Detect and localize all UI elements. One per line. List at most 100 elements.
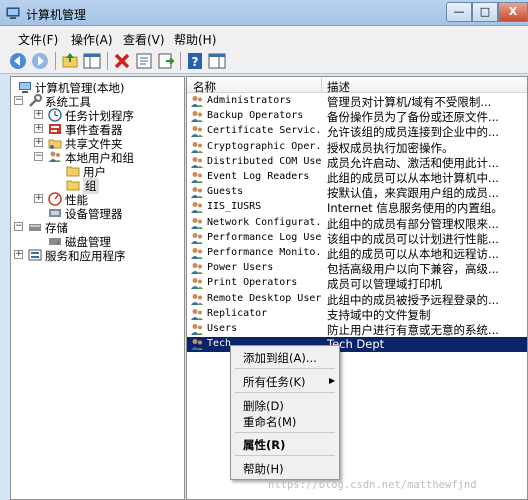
toolbar-separator (180, 52, 181, 70)
table-row[interactable]: Certificate Servic... 允许该组的成员连接到企业中的... (187, 124, 527, 139)
tree-node-system-tools[interactable]: − 系统工具 (14, 94, 179, 109)
menu-view[interactable]: 查看(V) (123, 31, 165, 48)
table-row[interactable]: Performance Monito... 此组的成员可以从本地和远程访... (187, 246, 527, 261)
menu-rename[interactable]: 重命名(M) (243, 414, 296, 430)
menu-separator (235, 432, 335, 433)
collapse-toggle[interactable]: − (14, 96, 23, 105)
close-button[interactable]: X (498, 2, 528, 22)
table-row[interactable]: Network Configurat... 此组中的成员有部分管理权限来... (187, 216, 527, 231)
group-description: 成员可以管理域打印机 (327, 277, 442, 292)
shared-folder-icon (48, 139, 62, 149)
group-description: 此组的成员可以从本地和远程访... (327, 247, 499, 261)
group-icon (191, 339, 203, 351)
tree-node-device-manager[interactable]: 设备管理器 (48, 206, 179, 221)
group-description: 此组中的成员被授予远程登录的... (327, 292, 499, 307)
action-pane-icon[interactable] (207, 51, 227, 71)
group-description: 管理员对计算机/域有不受限制... (327, 95, 492, 109)
forward-icon[interactable] (30, 51, 50, 71)
tree-node-root[interactable]: 计算机管理(本地) (14, 80, 179, 95)
computer-icon (19, 82, 31, 93)
back-icon[interactable] (8, 51, 28, 71)
group-icon (191, 141, 203, 153)
collapse-toggle[interactable]: − (14, 222, 23, 231)
group-name: Performance Monito... (207, 247, 322, 258)
menu-help[interactable]: 帮助(H) (174, 31, 216, 48)
tree-node-users[interactable]: 用户 (66, 164, 179, 179)
computer-management-icon (6, 7, 20, 19)
minimize-button[interactable]: — (446, 2, 472, 22)
group-name: Administrators (207, 95, 292, 106)
toolbar-separator (55, 52, 56, 70)
table-row[interactable]: Performance Log Users 该组中的成员可以计划进行性能... (187, 231, 527, 246)
window-title: 计算机管理 (26, 8, 87, 22)
group-description: Tech Dept (327, 337, 385, 352)
menu-separator (235, 368, 335, 369)
toolbar-separator (107, 52, 108, 70)
table-row[interactable]: Replicator 支持域中的文件复制 (187, 307, 527, 322)
export-icon[interactable] (156, 51, 176, 71)
group-icon (191, 217, 203, 229)
group-description: 此组的成员可以从本地计算机中... (327, 171, 499, 185)
menu-all-tasks[interactable]: 所有任务(K) (243, 374, 306, 390)
tree-node-shared-folders[interactable]: + 共享文件夹 (34, 136, 179, 151)
menu-add-to-group[interactable]: 添加到组(A)... (243, 350, 317, 366)
group-icon (191, 187, 203, 199)
table-row[interactable]: Power Users 包括高级用户以向下兼容，高级... (187, 261, 527, 276)
tree-node-performance[interactable]: + 性能 (34, 192, 179, 207)
group-icon (191, 156, 203, 168)
table-row[interactable]: Remote Desktop Users 此组中的成员被授予远程登录的... (187, 292, 527, 307)
menu-bar: 文件(F) 操作(A) 查看(V) 帮助(H) (0, 26, 528, 48)
expand-toggle[interactable]: + (34, 194, 43, 203)
group-name: Cryptographic Oper... (207, 140, 322, 152)
table-row[interactable]: Distributed COM Users 成员允许启动、激活和使用此计... (187, 155, 527, 170)
table-row[interactable]: Users 防止用户进行有意或无意的系统... (187, 322, 527, 337)
menu-delete[interactable]: 删除(D) (243, 398, 284, 414)
table-row[interactable]: Guests 按默认值，来宾跟用户组的成员... (187, 185, 527, 200)
group-icon (191, 324, 203, 335)
group-description: 授权成员执行加密操作。 (327, 140, 454, 155)
help-icon[interactable]: ? (185, 51, 205, 71)
expand-toggle[interactable]: + (14, 250, 23, 259)
tree-node-event-viewer[interactable]: + 事件查看器 (34, 122, 179, 137)
svg-text:?: ? (192, 55, 199, 69)
group-description: Internet 信息服务使用的内置组。 (327, 201, 503, 216)
table-row[interactable]: IIS_IUSRS Internet 信息服务使用的内置组。 (187, 200, 527, 215)
menu-separator (235, 455, 335, 456)
up-icon[interactable] (60, 51, 80, 71)
group-icon (191, 308, 203, 320)
expand-toggle[interactable]: + (34, 138, 43, 147)
expand-toggle[interactable]: + (34, 110, 43, 119)
group-icon (191, 96, 203, 107)
group-icon (191, 263, 203, 275)
show-tree-icon[interactable] (82, 51, 102, 71)
group-name: Distributed COM Users (207, 155, 322, 167)
tree-node-storage[interactable]: − 存储 (14, 220, 179, 235)
clock-icon (48, 108, 62, 122)
column-description[interactable]: 描述 (327, 79, 350, 95)
tree-node-groups[interactable]: 组 (66, 178, 179, 194)
expand-toggle[interactable]: + (34, 124, 43, 133)
table-row[interactable]: Event Log Readers 此组的成员可以从本地计算机中... (187, 170, 527, 185)
group-description: 该组中的成员可以计划进行性能... (327, 231, 499, 246)
table-row[interactable]: Administrators 管理员对计算机/域有不受限制... (187, 94, 527, 109)
menu-action[interactable]: 操作(A) (71, 31, 113, 48)
table-row[interactable]: Backup Operators 备份操作员为了备份或还原文件... (187, 109, 527, 124)
group-name: Replicator (207, 307, 268, 319)
menu-help-item[interactable]: 帮助(H) (243, 461, 284, 477)
collapse-toggle[interactable]: − (34, 152, 43, 161)
tree-node-task-scheduler[interactable]: + 任务计划程序 (34, 108, 179, 123)
group-name: IIS_IUSRS (207, 201, 262, 213)
group-name: Event Log Readers (207, 171, 310, 182)
delete-icon[interactable] (112, 51, 132, 71)
menu-file[interactable]: 文件(F) (18, 31, 58, 48)
menu-properties[interactable]: 属性(R) (243, 437, 285, 453)
properties-icon[interactable] (134, 51, 154, 71)
column-divider[interactable] (321, 77, 322, 93)
column-name[interactable]: 名称 (193, 79, 216, 95)
tree-node-services-apps[interactable]: + 服务和应用程序 (14, 248, 179, 263)
tree-node-disk-management[interactable]: 磁盘管理 (48, 234, 179, 249)
maximize-button[interactable]: □ (472, 2, 498, 22)
table-row[interactable]: Print Operators 成员可以管理域打印机 (187, 276, 527, 291)
table-row[interactable]: Cryptographic Oper... 授权成员执行加密操作。 (187, 140, 527, 155)
tree-node-local-users-groups[interactable]: − 本地用户和组 (34, 150, 179, 165)
